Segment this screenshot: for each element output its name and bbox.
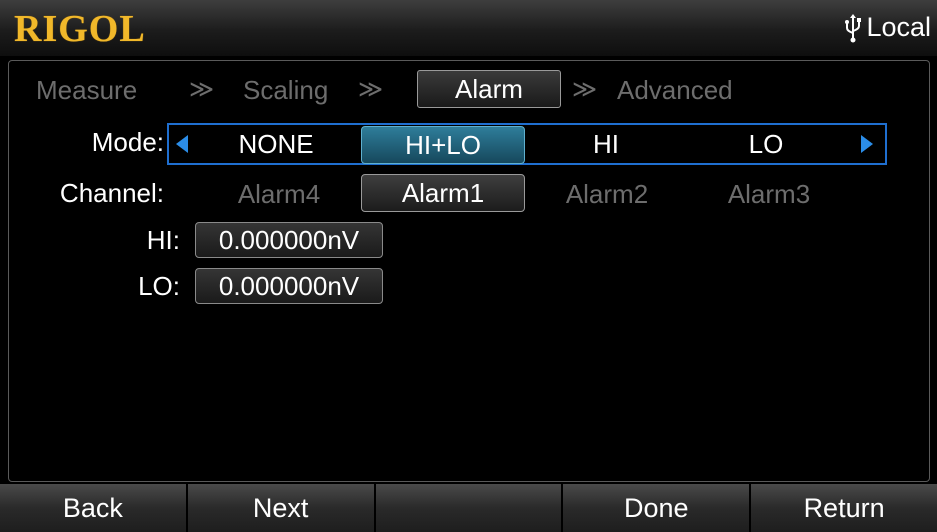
- brand-logo: RIGOL: [14, 8, 146, 50]
- mode-option-lo[interactable]: LO: [700, 126, 832, 162]
- channel-option-alarm4[interactable]: Alarm4: [213, 176, 345, 212]
- channel-option-alarm3[interactable]: Alarm3: [703, 176, 835, 212]
- header-bar: RIGOL Local: [0, 0, 937, 56]
- lo-label: LO:: [138, 271, 180, 301]
- mode-option-hi[interactable]: HI: [540, 126, 672, 162]
- hi-label: HI:: [146, 225, 180, 255]
- status-label: Local: [866, 12, 931, 42]
- tab-separator: ≫: [572, 76, 598, 103]
- mode-option-none[interactable]: NONE: [210, 126, 342, 162]
- hi-value-field[interactable]: 0.000000nV: [195, 222, 383, 258]
- lo-value-field[interactable]: 0.000000nV: [195, 268, 383, 304]
- tab-separator: ≫: [358, 76, 384, 103]
- tab-scaling[interactable]: Scaling: [243, 72, 328, 108]
- tab-separator: ≫: [189, 76, 215, 103]
- usb-icon: [845, 13, 862, 42]
- mode-option-hi-lo[interactable]: HI+LO: [361, 126, 525, 164]
- arrow-left-icon[interactable]: [176, 135, 188, 153]
- mode-label: Mode:: [91, 127, 164, 157]
- tab-alarm[interactable]: Alarm: [417, 70, 561, 108]
- tab-advanced[interactable]: Advanced: [617, 72, 733, 108]
- remote-status: Local: [844, 12, 931, 43]
- arrow-right-icon[interactable]: [861, 135, 873, 153]
- next-button[interactable]: Next: [187, 484, 376, 532]
- channel-option-alarm2[interactable]: Alarm2: [541, 176, 673, 212]
- tab-measure[interactable]: Measure: [36, 72, 137, 108]
- empty-softkey[interactable]: [375, 484, 564, 532]
- softkey-bar: Back Next Done Return: [0, 484, 937, 532]
- back-button[interactable]: Back: [0, 484, 188, 532]
- channel-label: Channel:: [59, 178, 164, 208]
- channel-option-alarm1[interactable]: Alarm1: [361, 174, 525, 212]
- done-button[interactable]: Done: [563, 484, 752, 532]
- return-button[interactable]: Return: [751, 484, 937, 532]
